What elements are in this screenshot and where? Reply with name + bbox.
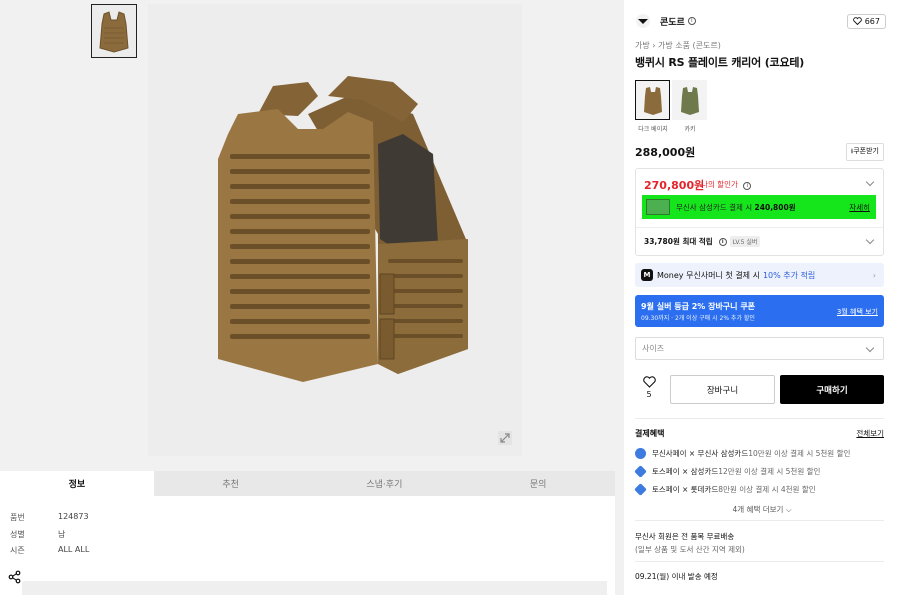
money-prefix: Money bbox=[657, 270, 684, 280]
add-to-cart-button[interactable]: 장바구니 bbox=[670, 375, 775, 404]
heart-icon bbox=[852, 17, 862, 25]
money-logo-icon: M bbox=[641, 269, 653, 281]
view-all-link[interactable]: 전체보기 bbox=[856, 428, 884, 439]
chevron-down-icon[interactable] bbox=[865, 177, 875, 187]
heart-icon bbox=[642, 376, 656, 388]
info-row-sku: 품번 124873 bbox=[10, 512, 89, 523]
swatch-dark-beige[interactable] bbox=[635, 80, 670, 120]
purchase-panel: 콘도르 i 667 가방 › 가방 소품 (콘도르) 뱅퀴시 RS 플레이트 캐… bbox=[624, 0, 900, 595]
sale-price: 270,800원 bbox=[644, 179, 705, 192]
toss-pay-icon bbox=[634, 465, 647, 478]
swatch-khaki[interactable] bbox=[672, 80, 707, 120]
swatch-label: 카키 bbox=[684, 126, 696, 133]
chevron-right-icon: › bbox=[872, 270, 876, 280]
payment-benefit-row[interactable]: 토스페이 × 롯데카드 8만원 이상 결제 시 4천원 할인 bbox=[634, 483, 816, 496]
breadcrumb[interactable]: 가방 › 가방 소품 (콘도르) bbox=[635, 40, 721, 51]
plate-carrier-illustration bbox=[218, 76, 468, 382]
info-icon: i bbox=[718, 237, 727, 246]
benefit-name: 토스페이 × 삼성카드 bbox=[652, 467, 719, 476]
info-value: ALL ALL bbox=[58, 545, 90, 554]
points-text: 33,780원 최대 적립 bbox=[644, 237, 713, 246]
size-select[interactable]: 사이즈 bbox=[635, 337, 884, 360]
money-text: 무신사머니 첫 결제 시 bbox=[686, 270, 760, 280]
coupon-label: 쿠폰받기 bbox=[853, 147, 879, 155]
divider bbox=[636, 227, 883, 228]
zoom-icon[interactable] bbox=[497, 430, 513, 446]
tab-info[interactable]: 정보 bbox=[0, 471, 154, 496]
sale-tag[interactable]: 나의 할인가 i bbox=[701, 179, 752, 190]
banner-title: 9월 실버 등급 2% 장바구니 쿠폰 bbox=[641, 302, 756, 311]
musinsa-pay-icon bbox=[635, 448, 646, 459]
sale-tag-text: 나의 할인가 bbox=[701, 180, 738, 189]
buy-now-button[interactable]: 구매하기 bbox=[780, 375, 884, 404]
wishlist-button[interactable]: 5 bbox=[638, 376, 660, 399]
info-value: 남 bbox=[58, 530, 66, 539]
swatch-label: 다크 베이지 bbox=[638, 126, 668, 133]
level-badge: LV.5 실버 bbox=[729, 236, 761, 247]
size-placeholder: 사이즈 bbox=[642, 344, 665, 353]
coupon-banner[interactable]: 9월 실버 등급 2% 장바구니 쿠폰 09.30까지 · 2개 이상 구매 시… bbox=[635, 295, 884, 327]
more-benefits-button[interactable]: 4개 혜택 더보기 ⌵ bbox=[624, 504, 900, 515]
benefit-name: 토스페이 × 롯데카드 bbox=[652, 485, 719, 494]
tab-inquiry[interactable]: 문의 bbox=[461, 471, 615, 496]
card-image-icon bbox=[646, 199, 670, 215]
product-title: 뱅퀴시 RS 플레이트 캐리어 (코요테) bbox=[635, 56, 805, 69]
swatch-image bbox=[643, 87, 662, 115]
info-key: 성별 bbox=[10, 530, 25, 539]
share-icon[interactable] bbox=[6, 568, 24, 586]
banner-link[interactable]: 3월 혜택 보기 bbox=[837, 307, 878, 317]
divider bbox=[635, 418, 884, 419]
info-icon: i bbox=[743, 182, 752, 190]
card-promo-prefix: 무신사 삼성카드 결제 시 bbox=[676, 202, 753, 212]
product-thumbnail[interactable] bbox=[91, 4, 137, 58]
info-icon[interactable]: i bbox=[687, 17, 696, 25]
tab-recommend[interactable]: 추천 bbox=[154, 471, 308, 496]
brand-name[interactable]: 콘도르 bbox=[660, 15, 685, 28]
divider bbox=[635, 520, 884, 521]
swatch-image bbox=[680, 87, 699, 115]
benefit-name: 무신사페이 × 무신사 삼성카드 bbox=[652, 449, 749, 458]
info-value: 124873 bbox=[58, 512, 89, 521]
bottom-strip bbox=[22, 581, 607, 595]
like-button[interactable]: 667 bbox=[846, 13, 886, 29]
money-highlight: 10% 추가 적립 bbox=[762, 270, 816, 280]
shipping-note: (일부 상품 및 도서 산간 지역 제외) bbox=[635, 545, 745, 554]
info-key: 시즌 bbox=[10, 546, 25, 555]
points-row[interactable]: 33,780원 최대 적립 i LV.5 실버 bbox=[644, 236, 761, 247]
like-count: 667 bbox=[864, 16, 880, 26]
brand-logo-icon[interactable] bbox=[636, 14, 650, 28]
coupon-button[interactable]: ⭳쿠폰받기 bbox=[845, 143, 884, 161]
benefit-detail: 8만원 이상 결제 시 4천원 할인 bbox=[718, 485, 816, 494]
musinsa-money-banner[interactable]: M Money 무신사머니 첫 결제 시 10% 추가 적립 › bbox=[635, 263, 884, 287]
card-promo-text: 무신사 삼성카드 결제 시 240,800원 bbox=[676, 202, 796, 213]
divider bbox=[635, 561, 884, 562]
product-page: 정보 추천 스냅·후기 문의 품번 124873 성별 남 시즌 ALL ALL bbox=[0, 0, 900, 595]
card-promo-banner[interactable]: 무신사 삼성카드 결제 시 240,800원 자세히 bbox=[642, 195, 876, 219]
original-price: 288,000원 bbox=[635, 146, 696, 159]
info-key: 품번 bbox=[10, 513, 25, 522]
info-row-season: 시즌 ALL ALL bbox=[10, 545, 89, 556]
product-tabs: 정보 추천 스냅·후기 문의 bbox=[0, 471, 615, 496]
brand-row: 콘도르 i 667 bbox=[636, 12, 886, 30]
dispatch-date: 09.21(월) 이내 발송 예정 bbox=[635, 572, 718, 581]
chevron-down-icon bbox=[865, 343, 875, 353]
benefit-detail: 12만원 이상 결제 시 5천원 할인 bbox=[718, 467, 821, 476]
benefit-detail: 10만원 이상 결제 시 5천원 할인 bbox=[748, 449, 851, 458]
wishlist-count: 5 bbox=[646, 390, 652, 399]
product-main-image[interactable] bbox=[148, 4, 522, 456]
payment-benefit-row[interactable]: 토스페이 × 삼성카드 12만원 이상 결제 시 5천원 할인 bbox=[634, 465, 821, 478]
product-gallery-area: 정보 추천 스냅·후기 문의 품번 124873 성별 남 시즌 ALL ALL bbox=[0, 0, 622, 595]
info-row-gender: 성별 남 bbox=[10, 529, 65, 540]
tab-reviews[interactable]: 스냅·후기 bbox=[308, 471, 462, 496]
shipping-info: 무신사 회원은 전 품목 무료배송 bbox=[635, 532, 735, 541]
toss-pay-icon bbox=[634, 483, 647, 496]
banner-subtitle: 09.30까지 · 2개 이상 구매 시 2% 추가 할인 bbox=[641, 315, 755, 322]
payment-benefits-title: 결제혜택 bbox=[635, 429, 665, 438]
card-promo-price: 240,800원 bbox=[754, 202, 796, 212]
chevron-down-icon[interactable] bbox=[865, 235, 875, 245]
more-benefits-label: 4개 혜택 더보기 bbox=[732, 505, 784, 514]
payment-benefit-row[interactable]: 무신사페이 × 무신사 삼성카드 10만원 이상 결제 시 5천원 할인 bbox=[635, 448, 850, 459]
discount-box: 270,800원 나의 할인가 i 무신사 삼성카드 결제 시 240,800원… bbox=[635, 168, 884, 256]
card-details-link[interactable]: 자세히 bbox=[849, 202, 870, 213]
